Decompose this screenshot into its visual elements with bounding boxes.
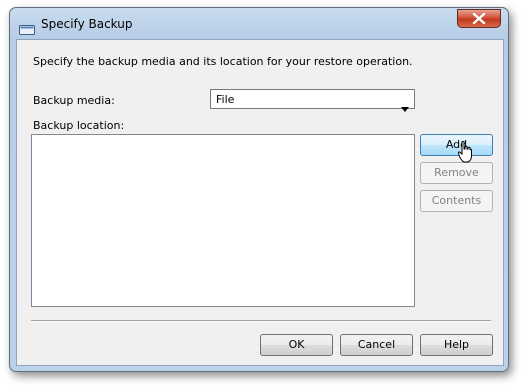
remove-button[interactable]: Remove: [420, 162, 493, 184]
close-icon: [472, 13, 486, 24]
dialog-client-area: Specify the backup media and its locatio…: [16, 39, 504, 366]
window-icon: [19, 20, 35, 35]
add-button[interactable]: Add: [420, 134, 493, 156]
description-text: Specify the backup media and its locatio…: [33, 55, 413, 68]
backup-media-value: File: [216, 93, 235, 106]
backup-media-select[interactable]: File: [210, 89, 415, 112]
backup-location-label: Backup location:: [33, 119, 125, 132]
help-button[interactable]: Help: [420, 334, 493, 356]
backup-location-list[interactable]: [31, 134, 415, 307]
footer-separator: [31, 320, 491, 322]
dialog-title: Specify Backup: [41, 17, 133, 31]
close-button[interactable]: [457, 9, 501, 28]
ok-button[interactable]: OK: [260, 334, 333, 356]
mouse-cursor-icon: [457, 140, 472, 167]
specify-backup-dialog: Specify Backup Specify the backup media …: [9, 7, 509, 372]
backup-media-label: Backup media:: [33, 94, 115, 107]
title-bar[interactable]: Specify Backup: [10, 8, 508, 40]
cancel-button[interactable]: Cancel: [340, 334, 413, 356]
contents-button[interactable]: Contents: [420, 190, 493, 212]
dropdown-arrow-icon: [401, 97, 409, 116]
